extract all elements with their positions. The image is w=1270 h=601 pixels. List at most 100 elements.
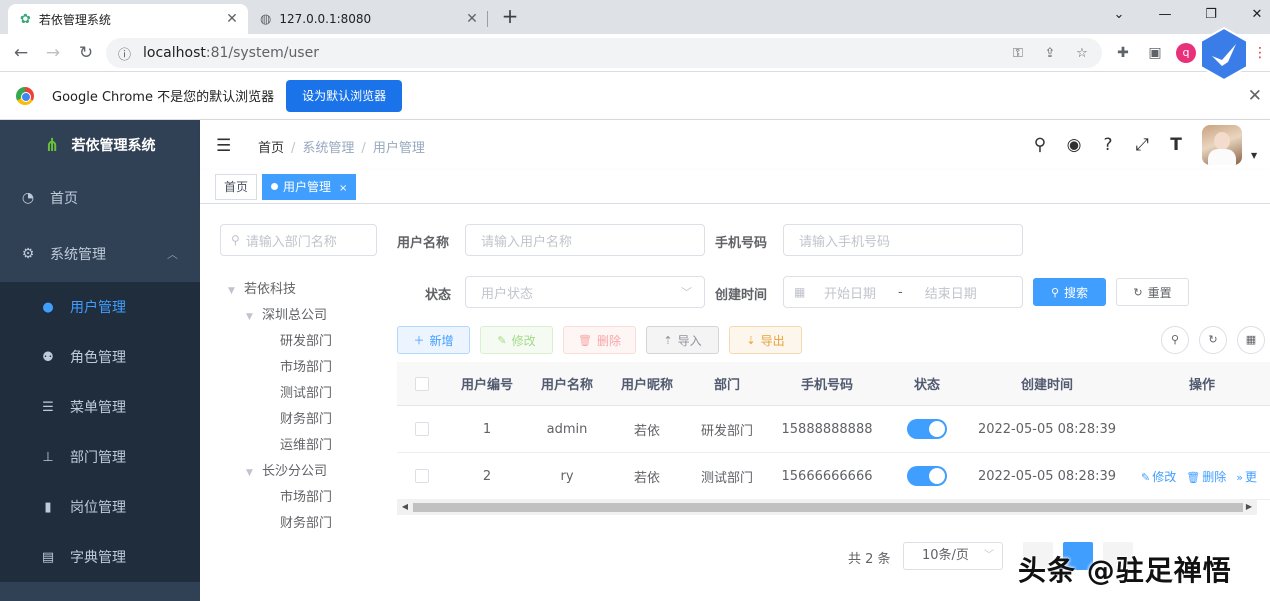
tree-node[interactable]: 研发部门 [228,329,378,355]
side-panel-icon[interactable]: ▣ [1145,43,1165,63]
tab-localhost-8080[interactable]: ◍ 127.0.0.1:8080 ✕ [250,4,488,34]
tab-search-button[interactable]: ⌄ [1096,4,1142,28]
tree-node-label: 测试部门 [280,386,333,401]
refresh-button[interactable]: ↻ [1199,326,1227,354]
star-icon[interactable]: ☆ [1072,44,1092,64]
ruoyi-logo-icon: ⋔ [44,134,60,156]
sidebar-item-dept[interactable]: ⊥ 部门管理 [0,432,200,482]
tree-node[interactable]: 测试部门 [228,381,378,407]
tree-node[interactable]: ▼ 若依科技 [228,277,378,303]
tree-node[interactable]: 市场部门 [228,485,378,511]
breadcrumb-home[interactable]: 首页 [258,141,284,156]
new-tab-button[interactable]: + [498,4,522,30]
scrollbar-thumb[interactable] [413,503,1243,512]
key-icon[interactable]: ⚿ [1008,44,1028,64]
tree-node[interactable]: 财务部门 [228,511,378,537]
scroll-left-icon[interactable]: ◀ [397,499,413,515]
toggle-search-button[interactable]: ⚲ [1161,326,1189,354]
caret-down-icon[interactable]: ▼ [246,460,262,486]
tab-ruoyi[interactable]: ✿ 若依管理系统 ✕ [8,4,248,34]
info-icon[interactable]: ⓘ [118,44,131,63]
phone-input[interactable]: 请输入手机号码 [783,224,1023,256]
sidebar-logo[interactable]: ⋔ 若依管理系统 [0,120,200,170]
status-switch[interactable] [907,419,947,439]
export-button[interactable]: ⇣ 导出 [729,326,802,354]
back-icon[interactable]: ← [8,40,34,66]
status-switch[interactable] [907,466,947,486]
tree-node[interactable]: ▼ 长沙分公司 [228,459,378,485]
row-more-link[interactable]: » 更 [1236,470,1257,484]
sidebar-item-label: 首页 [50,191,78,207]
status-select[interactable]: 用户状态 ﹀ [465,276,705,308]
table-header: 用户编号 用户名称 用户昵称 部门 手机号码 状态 创建时间 操作 [397,362,1270,406]
tree-node[interactable]: 市场部门 [228,355,378,381]
tag-home[interactable]: 首页 [215,174,258,200]
dept-search-input[interactable]: ⚲ 请输入部门名称 [220,224,377,256]
horizontal-scrollbar[interactable]: ◀ ▶ [397,499,1257,515]
close-tab-icon[interactable]: ✕ [462,11,482,27]
close-tab-icon[interactable]: ✕ [222,11,242,27]
edit-button[interactable]: ✎ 修改 [480,326,553,354]
double-chevron-right-icon: » [1236,470,1243,484]
table-row[interactable]: 2 ry 若依 测试部门 15666666666 2022-05-05 08:2… [397,453,1270,500]
profile-avatar[interactable]: q [1176,43,1196,63]
table-row[interactable]: 1 admin 若依 研发部门 15888888888 2022-05-05 0… [397,406,1270,453]
breadcrumb-user: 用户管理 [372,141,425,156]
row-delete-link[interactable]: 🗑 删除 [1186,470,1226,484]
tree-node[interactable]: ▼ 深圳总公司 [228,303,378,329]
maximize-button[interactable]: ❐ [1188,4,1234,28]
sidebar-item-label: 字典管理 [70,550,126,566]
github-icon[interactable]: ◉ [1063,134,1085,156]
search-button[interactable]: ⚲ 搜索 [1033,278,1106,306]
close-window-button[interactable]: ✕ [1234,4,1270,28]
sidebar-item-menu[interactable]: ☰ 菜单管理 [0,382,200,432]
caret-down-icon[interactable]: ▼ [1251,151,1257,160]
caret-down-icon[interactable]: ▼ [246,304,262,330]
extensions-icon[interactable]: ✚ [1113,43,1133,63]
add-button[interactable]: ＋ 新增 [397,326,470,354]
row-checkbox[interactable] [415,469,429,483]
scroll-right-icon[interactable]: ▶ [1241,499,1257,515]
tag-user-management[interactable]: 用户管理 × [262,174,357,200]
fullscreen-icon[interactable]: ⤢ [1131,134,1153,156]
question-icon[interactable]: ? [1097,134,1119,156]
import-button[interactable]: ⇡ 导入 [646,326,719,354]
watermark-text: 头条 @驻足禅悟 [1018,554,1232,587]
avatar[interactable] [1202,125,1242,165]
date-range-picker[interactable]: ▦ 开始日期 - 结束日期 [783,276,1023,308]
sidebar-item-dict[interactable]: ▤ 字典管理 [0,532,200,582]
username-input[interactable]: 请输入用户名称 [465,224,705,256]
delete-button[interactable]: 🗑 删除 [563,326,636,354]
columns-button[interactable]: ▦ [1237,326,1265,354]
row-edit-link[interactable]: ✎ 修改 [1141,470,1176,484]
row-checkbox[interactable] [415,422,429,436]
share-icon[interactable]: ⇪ [1040,44,1060,64]
tree-node[interactable]: 财务部门 [228,407,378,433]
page-size-select[interactable]: 10条/页 ﹀ [903,542,1003,570]
menu-kebab-icon[interactable]: ⋮ [1250,43,1270,63]
hamburger-icon[interactable]: ☰ [216,136,231,156]
end-date-placeholder[interactable]: 结束日期 [925,283,977,302]
sidebar-item-home[interactable]: ◔ 首页 [0,170,200,226]
select-all-checkbox[interactable] [415,376,429,391]
url-text: localhost:81/system/user [143,45,319,61]
close-icon[interactable]: × [339,183,347,194]
caret-down-icon[interactable]: ▼ [228,278,244,304]
close-icon[interactable]: ✕ [1248,86,1262,106]
font-size-icon[interactable]: T [1165,134,1187,156]
sidebar-item-system[interactable]: ⚙ 系统管理 ︿ [0,226,200,282]
start-date-placeholder[interactable]: 开始日期 [824,283,876,302]
forward-icon[interactable]: → [40,40,66,66]
tree-node[interactable]: 运维部门 [228,433,378,459]
extension-bird-icon[interactable] [1198,26,1250,82]
tag-label: 用户管理 [283,180,332,194]
reset-button[interactable]: ↻ 重置 [1116,278,1189,306]
sidebar-item-post[interactable]: ▮ 岗位管理 [0,482,200,532]
sidebar-item-role[interactable]: ⚉ 角色管理 [0,332,200,382]
address-bar[interactable]: ⓘ localhost:81/system/user ⚿ ⇪ ☆ [106,38,1102,68]
minimize-button[interactable]: — [1142,4,1188,28]
sidebar-item-user[interactable]: ● 用户管理 [0,282,200,332]
search-icon[interactable]: ⚲ [1029,134,1051,156]
reload-icon[interactable]: ↻ [73,40,99,66]
set-default-browser-button[interactable]: 设为默认浏览器 [286,79,403,112]
